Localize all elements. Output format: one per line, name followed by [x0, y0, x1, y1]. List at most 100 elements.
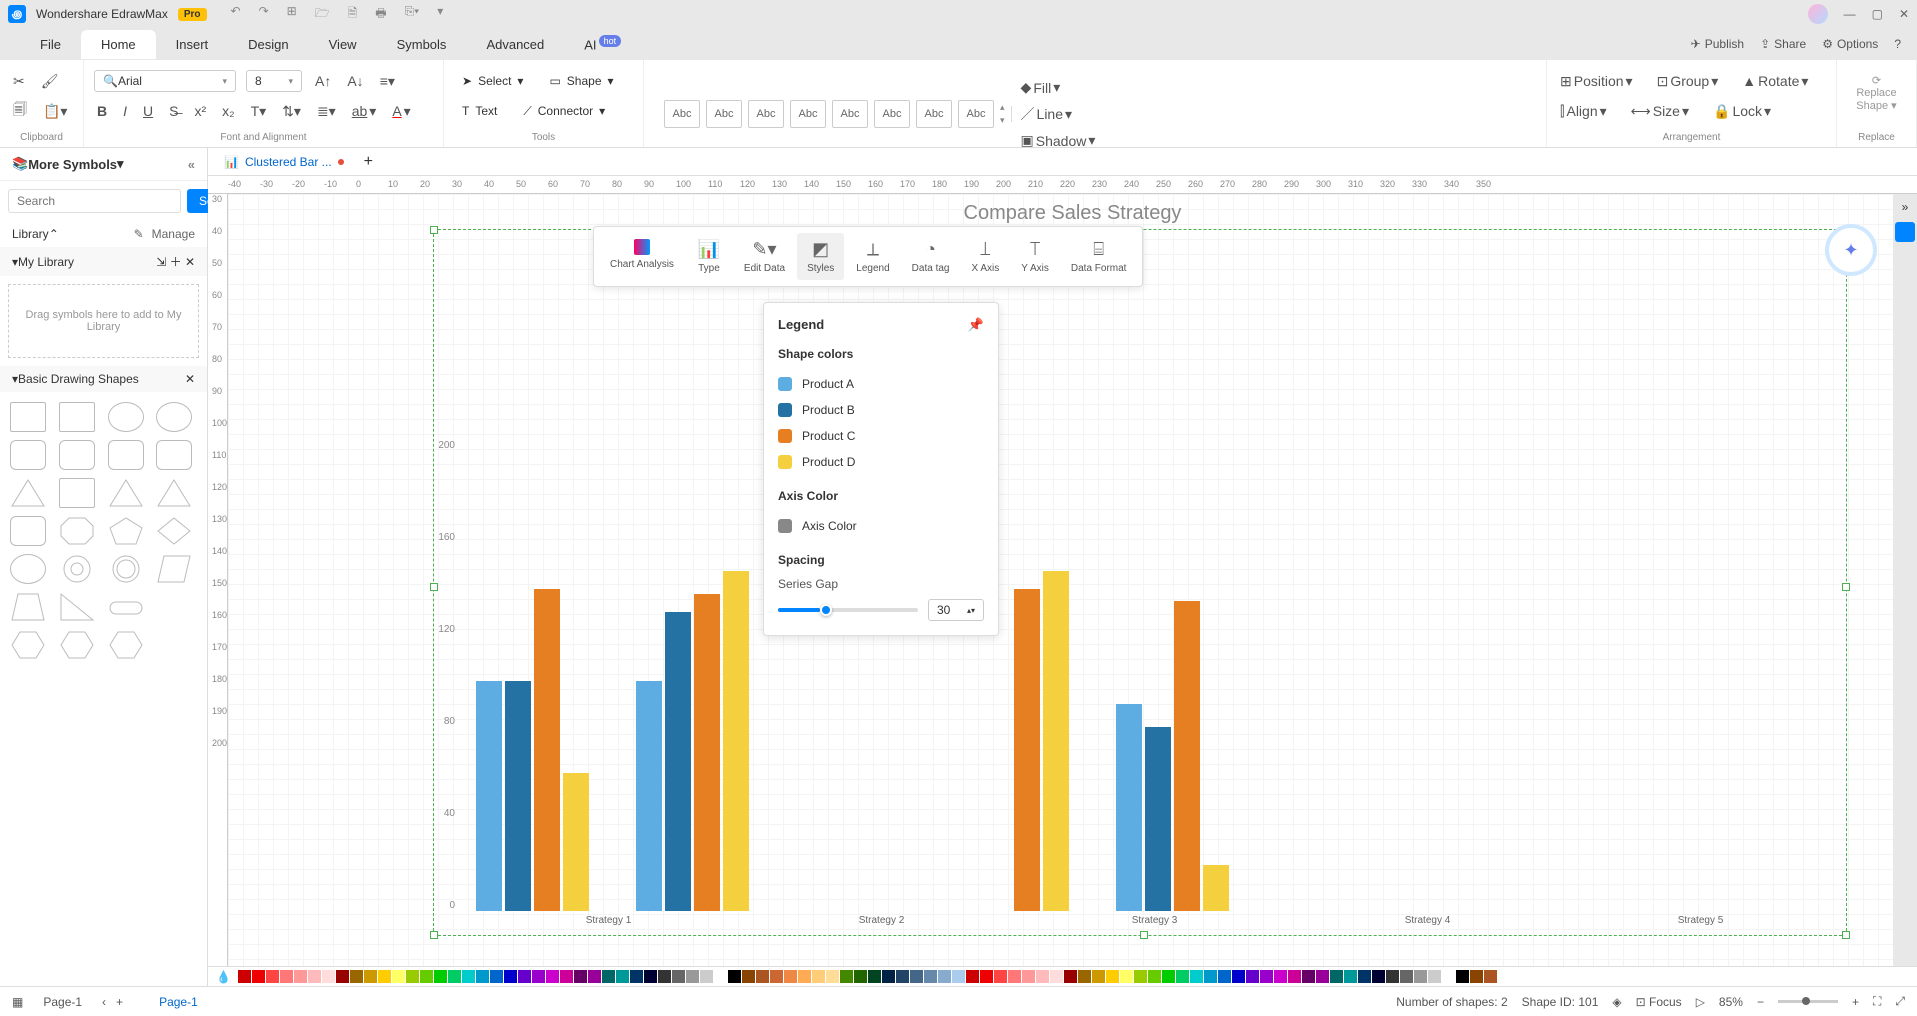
group-button[interactable]: ⊡ Group▾: [1654, 70, 1722, 93]
page-add-icon[interactable]: +: [116, 995, 123, 1009]
color-swatch[interactable]: [1232, 970, 1245, 983]
color-swatch[interactable]: [1204, 970, 1217, 983]
color-swatch[interactable]: [1246, 970, 1259, 983]
color-swatch[interactable]: [658, 970, 671, 983]
search-input[interactable]: [8, 189, 181, 213]
replace-shape-button[interactable]: ⟳Replace Shape ▾: [1856, 66, 1896, 112]
color-swatch[interactable]: [896, 970, 909, 983]
axis-color-item[interactable]: Axis Color: [778, 513, 984, 539]
color-swatch[interactable]: [630, 970, 643, 983]
color-swatch[interactable]: [504, 970, 517, 983]
more-qat-icon[interactable]: ▾: [437, 4, 443, 25]
my-library-section[interactable]: ▾ My Library⇲ ＋ ✕: [0, 247, 207, 276]
text-tool[interactable]: T Text: [454, 99, 505, 123]
italic-icon[interactable]: I: [120, 100, 130, 122]
print-icon[interactable]: 🖶: [375, 4, 386, 25]
color-swatch[interactable]: [238, 970, 251, 983]
series-gap-slider[interactable]: [778, 608, 918, 612]
shape-rect-wide[interactable]: [59, 402, 95, 432]
style-preset[interactable]: Abc: [706, 100, 742, 128]
menu-file[interactable]: File: [20, 30, 81, 59]
color-swatch[interactable]: [854, 970, 867, 983]
fit-page-icon[interactable]: ⛶: [1873, 994, 1881, 1009]
shape-trapezoid[interactable]: [10, 592, 46, 622]
color-swatch[interactable]: [1036, 970, 1049, 983]
strike-icon[interactable]: S̶: [166, 100, 181, 122]
share-button[interactable]: ⇪ Share: [1760, 37, 1806, 51]
focus-button[interactable]: ⊡ Focus: [1636, 995, 1682, 1009]
color-swatch[interactable]: [1162, 970, 1175, 983]
export-icon[interactable]: ⎘▾: [405, 4, 420, 25]
compass-icon[interactable]: ✦: [1825, 224, 1877, 276]
basic-shapes-section[interactable]: ▾ Basic Drawing Shapes✕: [0, 366, 207, 392]
style-up-icon[interactable]: ▴: [1000, 102, 1005, 113]
cut-icon[interactable]: ✂: [10, 70, 28, 93]
color-swatch[interactable]: [294, 970, 307, 983]
highlight-icon[interactable]: ab▾: [349, 100, 380, 123]
publish-button[interactable]: ✈ Publish: [1691, 37, 1744, 51]
color-swatch[interactable]: [1442, 970, 1455, 983]
copy-icon[interactable]: 🗐: [10, 96, 30, 126]
color-swatch[interactable]: [1288, 970, 1301, 983]
color-swatch[interactable]: [784, 970, 797, 983]
style-preset[interactable]: Abc: [832, 100, 868, 128]
line-button[interactable]: ／ Line ▾: [1018, 101, 1099, 127]
pages-icon[interactable]: ▦: [12, 995, 23, 1009]
shape-octagon[interactable]: [59, 516, 95, 546]
library-drop-zone[interactable]: Drag symbols here to add to My Library: [8, 284, 199, 358]
options-button[interactable]: ⚙ Options: [1822, 37, 1878, 51]
color-swatch[interactable]: [266, 970, 279, 983]
color-swatch[interactable]: [994, 970, 1007, 983]
shape-rounded[interactable]: [108, 440, 144, 470]
pin-icon[interactable]: 📌: [968, 317, 984, 333]
color-swatch[interactable]: [1428, 970, 1441, 983]
color-swatch[interactable]: [1008, 970, 1021, 983]
color-swatch[interactable]: [1316, 970, 1329, 983]
canvas[interactable]: Compare Sales Strategy 04080120160200 St…: [228, 194, 1917, 966]
color-swatch[interactable]: [420, 970, 433, 983]
shape-circle[interactable]: [108, 402, 144, 432]
color-swatch[interactable]: [910, 970, 923, 983]
new-icon[interactable]: ⊞: [287, 4, 297, 25]
doc-tab[interactable]: 📊 Clustered Bar ...: [214, 151, 354, 173]
align-button[interactable]: ⫿ Align▾: [1557, 100, 1610, 123]
format-painter-icon[interactable]: 🖌: [38, 70, 62, 93]
style-preset[interactable]: Abc: [748, 100, 784, 128]
color-swatch[interactable]: [336, 970, 349, 983]
data-tag-button[interactable]: ◔Data tag: [902, 233, 960, 280]
color-swatch[interactable]: [1274, 970, 1287, 983]
size-button[interactable]: ⟷ Size▾: [1628, 100, 1692, 123]
maximize-icon[interactable]: ▢: [1872, 7, 1883, 21]
color-swatch[interactable]: [364, 970, 377, 983]
color-swatch[interactable]: [378, 970, 391, 983]
color-swatch[interactable]: [672, 970, 685, 983]
library-button[interactable]: Library ⌃✎ Manage: [0, 221, 207, 247]
color-swatch[interactable]: [1078, 970, 1091, 983]
color-swatch[interactable]: [1190, 970, 1203, 983]
color-swatch[interactable]: [1022, 970, 1035, 983]
paste-icon[interactable]: 📋▾: [40, 100, 70, 123]
layers-icon[interactable]: ◈: [1612, 995, 1621, 1009]
shape-ellipse[interactable]: [156, 402, 192, 432]
help-icon[interactable]: ?: [1894, 37, 1901, 51]
style-preset[interactable]: Abc: [916, 100, 952, 128]
underline-icon[interactable]: U: [140, 100, 156, 122]
color-swatch[interactable]: [742, 970, 755, 983]
color-swatch[interactable]: [868, 970, 881, 983]
open-icon[interactable]: 🗁: [315, 4, 330, 25]
menu-design[interactable]: Design: [228, 30, 308, 59]
color-swatch[interactable]: [560, 970, 573, 983]
menu-view[interactable]: View: [309, 30, 377, 59]
page-prev-icon[interactable]: ‹: [102, 995, 106, 1009]
shape-donut[interactable]: [59, 554, 95, 584]
color-swatch[interactable]: [392, 970, 405, 983]
superscript-icon[interactable]: x²: [191, 100, 209, 122]
doc-page-indicator[interactable]: Page-1: [159, 995, 198, 1009]
lock-button[interactable]: 🔒 Lock▾: [1710, 100, 1774, 123]
color-swatch[interactable]: [1218, 970, 1231, 983]
shape-arrow[interactable]: [156, 592, 192, 622]
shape-pentagon[interactable]: [108, 516, 144, 546]
chart-type-button[interactable]: 📊Type: [686, 233, 732, 280]
color-swatch[interactable]: [574, 970, 587, 983]
color-swatch[interactable]: [686, 970, 699, 983]
